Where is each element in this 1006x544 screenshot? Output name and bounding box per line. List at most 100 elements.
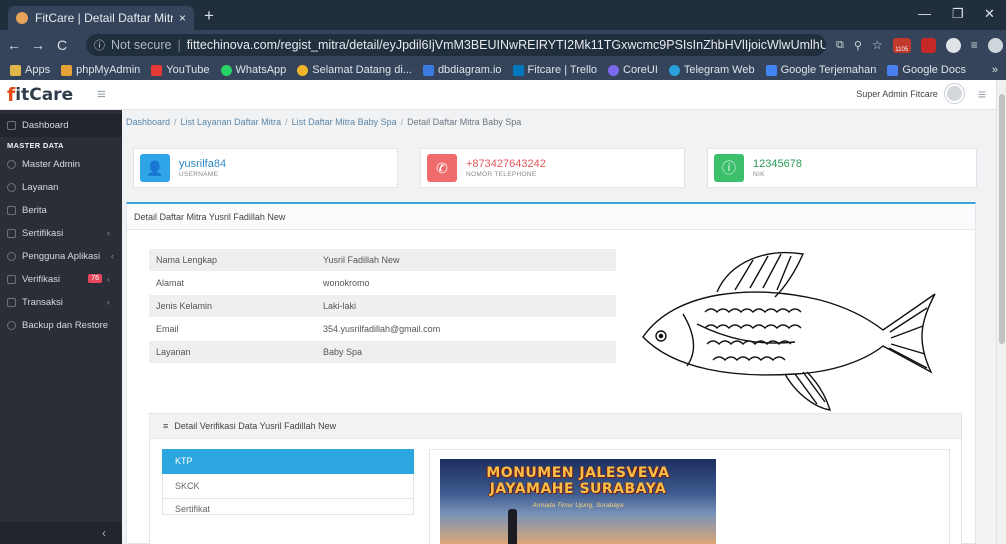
- app-header: f itCare ≡ Super Admin Fitcare ≡: [0, 80, 996, 110]
- url-separator: |: [177, 38, 181, 52]
- table-row: Jenis Kelamin Laki-laki: [149, 295, 616, 318]
- bookmarks-more-icon[interactable]: »: [992, 64, 998, 76]
- zoom-icon[interactable]: ⚲: [854, 39, 862, 52]
- sidebar-item-master-admin[interactable]: Master Admin: [0, 153, 122, 176]
- translate-icon[interactable]: ⧉: [836, 39, 844, 52]
- logo-mark: f: [7, 84, 16, 106]
- detail-panel: Detail Daftar Mitra Yusril Fadillah New …: [126, 202, 976, 544]
- detail-table: Nama Lengkap Yusril Fadillah New Alamat wo…: [149, 249, 616, 364]
- user-name: Super Admin Fitcare: [856, 88, 938, 99]
- user-menu-icon[interactable]: ≡: [978, 86, 986, 102]
- bookmark-phpmyadmin[interactable]: phpMyAdmin: [61, 64, 140, 76]
- profile-icon[interactable]: [987, 37, 1003, 53]
- verification-title: Detail Verifikasi Data Yusril Fadillah N…: [174, 421, 337, 431]
- sidebar-item-layanan[interactable]: Layanan: [0, 176, 122, 199]
- bookmark-coreui[interactable]: CoreUI: [608, 64, 658, 76]
- sidebar-collapse-button[interactable]: ‹: [0, 522, 122, 544]
- breadcrumb-link-layanan[interactable]: List Layanan Daftar Mitra: [181, 117, 282, 127]
- playlist-icon[interactable]: ≡: [971, 38, 978, 52]
- sidebar-item-verifikasi[interactable]: Verifikasi 76 ‹: [0, 268, 122, 291]
- bookmark-google-docs[interactable]: Google Docs: [887, 64, 966, 76]
- browser-tab-bar: FitCare | Detail Daftar Mitra Yusri × + …: [0, 0, 1006, 30]
- scrollbar-thumb[interactable]: [999, 94, 1005, 344]
- bookmark-google-terjemahan[interactable]: Google Terjemahan: [765, 64, 876, 76]
- breadcrumb-link-list-mitra[interactable]: List Daftar Mitra Baby Spa: [292, 117, 397, 127]
- minimize-icon[interactable]: —: [918, 6, 931, 21]
- coreui-icon: [608, 64, 620, 76]
- pdf-extension-icon[interactable]: [920, 37, 936, 53]
- sidebar-section-header: MASTER DATA: [7, 140, 64, 150]
- sidebar-item-backup-restore[interactable]: Backup dan Restore: [0, 314, 122, 337]
- sidebar-item-berita[interactable]: Berita: [0, 199, 122, 222]
- sidebar-item-sertifikasi[interactable]: Sertifikasi ‹: [0, 222, 122, 245]
- tab-skck[interactable]: SKCK: [162, 474, 414, 499]
- sidebar-item-dashboard[interactable]: Dashboard: [0, 114, 122, 137]
- hamburger-menu-icon[interactable]: ≡: [97, 86, 106, 103]
- bookmark-star-icon[interactable]: ☆: [872, 38, 883, 52]
- bookmark-apps[interactable]: Apps: [10, 64, 50, 76]
- sidebar-item-transaksi[interactable]: Transaksi ‹: [0, 291, 122, 314]
- tab-ktp[interactable]: KTP: [162, 449, 414, 474]
- breadcrumb-link-dashboard[interactable]: Dashboard: [126, 117, 170, 127]
- panel-title: Detail Daftar Mitra Yusril Fadillah New: [127, 204, 975, 230]
- users-icon: [7, 252, 16, 261]
- verification-header: ≡ Detail Verifikasi Data Yusril Fadillah…: [150, 414, 961, 439]
- nik-value: 12345678: [753, 157, 802, 170]
- address-bar[interactable]: ⓘ Not secure | fittechinova.com/regist_m…: [86, 34, 826, 56]
- nik-label: NIK: [753, 170, 765, 178]
- forward-icon[interactable]: →: [28, 37, 48, 53]
- phone-label: NOMOR TELEPHONE: [466, 170, 537, 178]
- sidebar: Dashboard MASTER DATA Master Admin Layan…: [0, 110, 122, 544]
- logo-text: itCare: [15, 85, 74, 105]
- whatsapp-icon: [220, 64, 232, 76]
- table-row: Nama Lengkap Yusril Fadillah New: [149, 249, 616, 272]
- table-row: Layanan Baby Spa: [149, 341, 616, 364]
- info-icon[interactable]: ⓘ: [94, 37, 105, 53]
- tab-close-icon[interactable]: ×: [179, 11, 186, 25]
- chevron-left-icon: ‹: [110, 251, 114, 262]
- back-icon[interactable]: ←: [4, 37, 24, 53]
- browser-tab[interactable]: FitCare | Detail Daftar Mitra Yusri ×: [8, 6, 194, 30]
- dbdiagram-icon: [422, 64, 434, 76]
- gmail-extension-icon[interactable]: 1105: [892, 37, 911, 53]
- chevron-left-icon: ‹: [106, 274, 110, 285]
- site-favicon-icon: [16, 12, 28, 24]
- user-icon: 👤: [140, 154, 170, 182]
- sidebar-item-pengguna-aplikasi[interactable]: Pengguna Aplikasi ‹: [0, 245, 122, 268]
- bookmark-trello[interactable]: Fitcare | Trello: [512, 64, 597, 76]
- breadcrumb-current: Detail Daftar Mitra Baby Spa: [407, 117, 522, 127]
- check-icon: [7, 275, 16, 284]
- verifikasi-count-badge: 76: [88, 274, 102, 283]
- bookmark-youtube[interactable]: YouTube: [151, 64, 210, 76]
- avatar[interactable]: [944, 84, 964, 103]
- user-menu[interactable]: Super Admin Fitcare ≡: [856, 84, 986, 103]
- username-label: USERNAME: [179, 170, 219, 178]
- gear-icon: [7, 183, 16, 192]
- fitcare-logo[interactable]: f itCare: [7, 84, 73, 106]
- extension-circle-icon[interactable]: [945, 37, 961, 53]
- fish-illustration: [642, 251, 936, 411]
- site-icon: [297, 64, 309, 76]
- photo-caption-line3: Armada Timur Ujung, Surabaya: [532, 502, 624, 509]
- tab-sertifikat[interactable]: Sertifikat: [162, 499, 414, 515]
- trello-icon: [512, 64, 524, 76]
- telegram-icon: [668, 64, 680, 76]
- page-scrollbar[interactable]: [996, 80, 1006, 544]
- document-image-frame: MONUMEN JALESVEVA JAYAMAHE SURABAYA Arma…: [429, 449, 950, 544]
- phone-icon: ✆: [427, 154, 457, 182]
- bookmark-selamat-datang[interactable]: Selamat Datang di...: [297, 64, 412, 76]
- photo-caption-line1: MONUMEN JALESVEVA: [486, 465, 670, 481]
- username-value: yusrilfa84: [179, 157, 227, 170]
- reload-icon[interactable]: C: [52, 37, 72, 53]
- apps-icon: [10, 64, 21, 76]
- new-tab-button[interactable]: +: [204, 6, 214, 26]
- document-photo: MONUMEN JALESVEVA JAYAMAHE SURABAYA Arma…: [440, 459, 716, 544]
- bookmark-whatsapp[interactable]: WhatsApp: [220, 64, 286, 76]
- maximize-icon[interactable]: ❐: [952, 6, 964, 22]
- close-window-icon[interactable]: ✕: [984, 6, 995, 22]
- document-tabs: KTP SKCK Sertifikat: [162, 449, 414, 515]
- bookmark-dbdiagram[interactable]: dbdiagram.io: [422, 64, 502, 76]
- bookmarks-bar: Apps phpMyAdmin YouTube WhatsApp Selamat…: [0, 60, 1006, 80]
- bookmark-telegram[interactable]: Telegram Web: [668, 64, 755, 76]
- refresh-icon: [7, 321, 16, 330]
